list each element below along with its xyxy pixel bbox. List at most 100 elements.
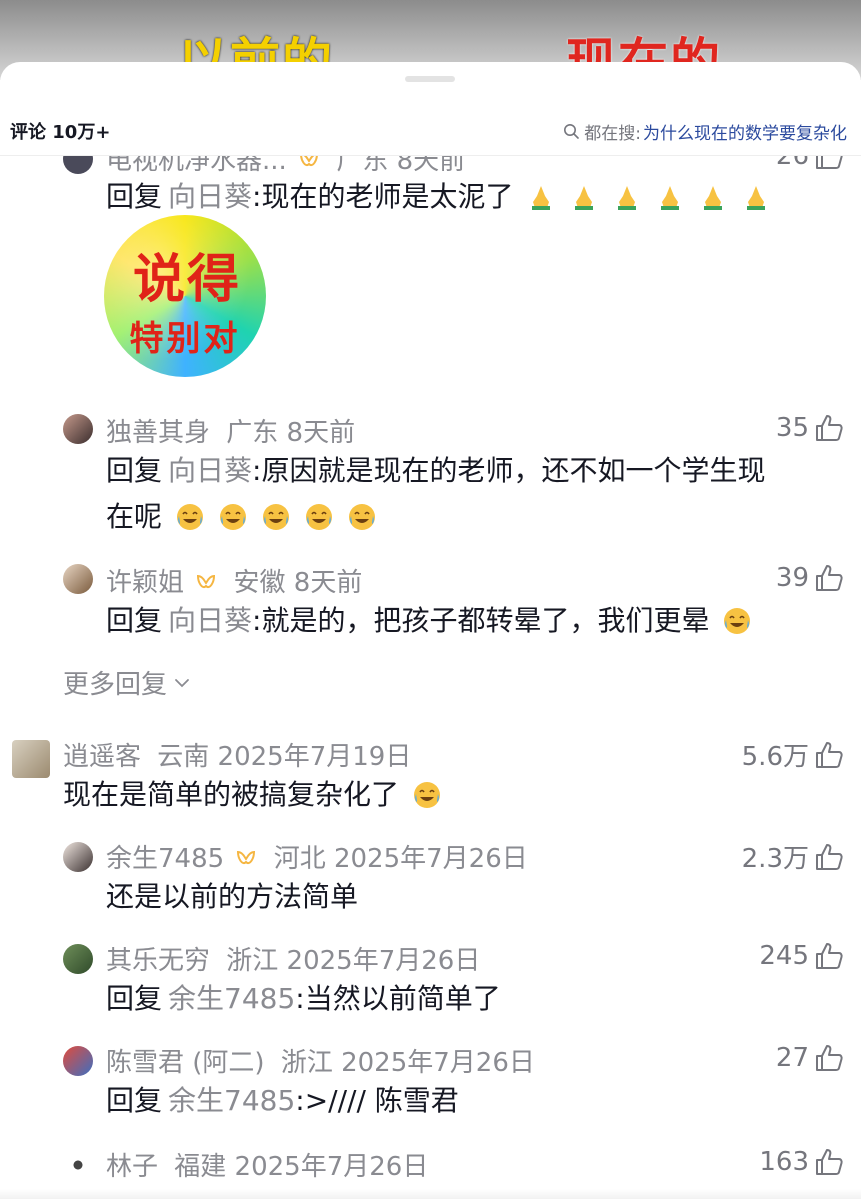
search-prefix: 都在搜: [584, 123, 641, 144]
like-button[interactable]: 245 [759, 940, 845, 972]
reply-word: 回复 [106, 454, 163, 487]
comment-header: 评论 10万+ 都在搜: 为什么现在的数学要复杂化 [0, 110, 861, 152]
folded-hands-emoji-icon [746, 186, 765, 210]
crying-laughing-emoji-icon [348, 504, 375, 530]
reply-word: 回复 [106, 604, 163, 637]
crying-laughing-emoji-icon [413, 782, 440, 808]
reply-word: 回复 [106, 1084, 163, 1117]
like-button[interactable]: 26 [776, 156, 845, 172]
butterfly-badge-icon [197, 574, 216, 588]
thumbs-up-icon [816, 741, 843, 768]
like-count: 5.6万 [741, 742, 809, 772]
like-button[interactable]: 39 [776, 562, 845, 594]
avatar[interactable] [63, 156, 93, 174]
location-time: 云南 2025年7月19日 [157, 742, 412, 772]
comment-meta: 独善其身 广东 8天前 [106, 412, 355, 449]
comment-sheet: 评论 10万+ 都在搜: 为什么现在的数学要复杂化 电视机净水器... 广东 8… [0, 62, 861, 1199]
sticker-text-line2: 特别对 [129, 319, 241, 359]
avatar[interactable] [63, 1150, 93, 1180]
search-term[interactable]: 为什么现在的数学要复杂化 [643, 119, 847, 144]
username[interactable]: 陈雪君 (阿二) [106, 1048, 265, 1078]
like-button[interactable]: 163 [759, 1146, 845, 1178]
avatar[interactable] [63, 842, 93, 872]
comment-text: 回复 余生7485:>//// 陈雪君 [106, 1078, 459, 1124]
like-count: 27 [775, 1043, 809, 1073]
folded-hands-emoji-icon [661, 186, 680, 210]
more-replies-label: 更多回复 [63, 670, 168, 700]
butterfly-badge-icon [300, 156, 318, 166]
comment-content: :>//// 陈雪君 [295, 1084, 459, 1117]
reply-target[interactable]: 余生7485 [168, 1084, 295, 1117]
username[interactable]: 其乐无穷 [106, 946, 210, 976]
folded-hands-emoji-icon [704, 186, 722, 210]
like-count: 26 [775, 156, 809, 171]
thumbs-up-icon [816, 943, 843, 969]
comment-item: 电视机净水器... 广东 8天前 26 回复向日葵:现在的老师是太泥了 说得 [0, 156, 861, 377]
sticker-image[interactable]: 说得 特别对 [104, 215, 266, 377]
avatar[interactable] [63, 414, 93, 444]
trending-search-link[interactable]: 都在搜: 为什么现在的数学要复杂化 [563, 119, 847, 144]
butterfly-badge-icon [237, 850, 256, 864]
reply-target[interactable]: 余生7485 [168, 982, 295, 1015]
comment-text: 回复 向日葵:就是的，把孩子都转晕了，我们更晕 [106, 598, 752, 644]
username[interactable]: 独善其身 [106, 418, 210, 448]
comment-text: 现在是简单的被搞复杂化了 [63, 772, 442, 818]
comment-content: :就是的，把孩子都转晕了，我们更晕 [252, 604, 710, 637]
location-time: 安徽 8天前 [233, 568, 363, 598]
thumbs-up-icon [816, 843, 843, 870]
more-replies-button[interactable]: 更多回复 [63, 664, 191, 701]
avatar[interactable] [63, 1046, 93, 1076]
folded-hands-emoji-icon [532, 186, 551, 210]
reply-target[interactable]: 向日葵 [168, 454, 252, 487]
reply-target[interactable]: 向日葵 [168, 180, 252, 213]
comment-content: :现在的老师是太泥了 [252, 180, 514, 213]
avatar[interactable] [12, 740, 50, 778]
sheet-drag-handle[interactable] [405, 76, 455, 82]
comment-content: :原因就是现在的老师，还不如一个学生现 [252, 454, 766, 487]
reply-target[interactable]: 向日葵 [168, 604, 252, 637]
thumbs-up-icon [816, 415, 843, 441]
like-button[interactable]: 5.6万 [742, 736, 845, 773]
comment-meta: 陈雪君 (阿二) 浙江 2025年7月26日 [106, 1042, 535, 1079]
folded-hands-emoji-icon [575, 186, 594, 210]
reply-word: 回复 [106, 982, 163, 1015]
chevron-down-icon [175, 678, 189, 687]
comment-text: 回复 余生7485:当然以前简单了 [106, 976, 501, 1022]
crying-laughing-emoji-icon [219, 504, 246, 530]
like-button[interactable]: 27 [776, 1042, 845, 1074]
comment-content: 现在是简单的被搞复杂化了 [63, 778, 400, 811]
like-count: 35 [775, 413, 809, 443]
like-count: 2.3万 [741, 844, 809, 874]
username[interactable]: 逍遥客 [63, 742, 141, 772]
avatar[interactable] [63, 564, 93, 594]
crying-laughing-emoji-icon [262, 504, 289, 530]
reply-word: 回复 [106, 180, 163, 213]
location-time: 广东 8天前 [226, 418, 356, 448]
comment-item: 独善其身 广东 8天前 35 回复 向日葵:原因就是现在的老师，还不如一个学生现在… [0, 408, 861, 548]
comment-meta: 林子 福建 2025年7月26日 [106, 1146, 428, 1183]
username[interactable]: 林子 [106, 1152, 158, 1182]
like-count: 245 [759, 941, 809, 971]
thumbs-up-icon [816, 565, 843, 591]
username[interactable]: 电视机净水器... [106, 156, 287, 176]
username[interactable]: 余生7485 [106, 844, 224, 874]
avatar[interactable] [63, 944, 93, 974]
location-time: 河北 2025年7月26日 [273, 844, 528, 874]
comment-list: 电视机净水器... 广东 8天前 26 回复向日葵:现在的老师是太泥了 说得 [0, 156, 861, 1199]
comment-text: 回复 向日葵:现在的老师是太泥了 [106, 174, 771, 220]
comment-item: 许颖姐 安徽 8天前 39 回复 向日葵:就是的，把孩子都转晕了，我们更晕 [0, 558, 861, 658]
folded-hands-emoji-icon [618, 186, 637, 210]
comment-item: 陈雪君 (阿二) 浙江 2025年7月26日 27 回复 余生7485:>////… [0, 1040, 861, 1130]
comment-item: 其乐无穷 浙江 2025年7月26日 245 回复 余生7485:当然以前简单了 [0, 938, 861, 1028]
comment-meta: 余生7485 河北 2025年7月26日 [106, 838, 528, 875]
thumbs-up-icon [816, 1045, 843, 1071]
like-button[interactable]: 35 [776, 412, 845, 444]
search-icon [564, 124, 580, 139]
thumbs-up-icon [816, 156, 843, 169]
username[interactable]: 许颖姐 [106, 568, 184, 598]
like-count: 39 [775, 563, 809, 593]
like-button[interactable]: 2.3万 [742, 838, 845, 875]
location-time: 浙江 2025年7月26日 [280, 1048, 535, 1078]
comment-item: 余生7485 河北 2025年7月26日 2.3万 还是以前的方法简单 [0, 836, 861, 926]
comment-content: :当然以前简单了 [295, 982, 501, 1015]
